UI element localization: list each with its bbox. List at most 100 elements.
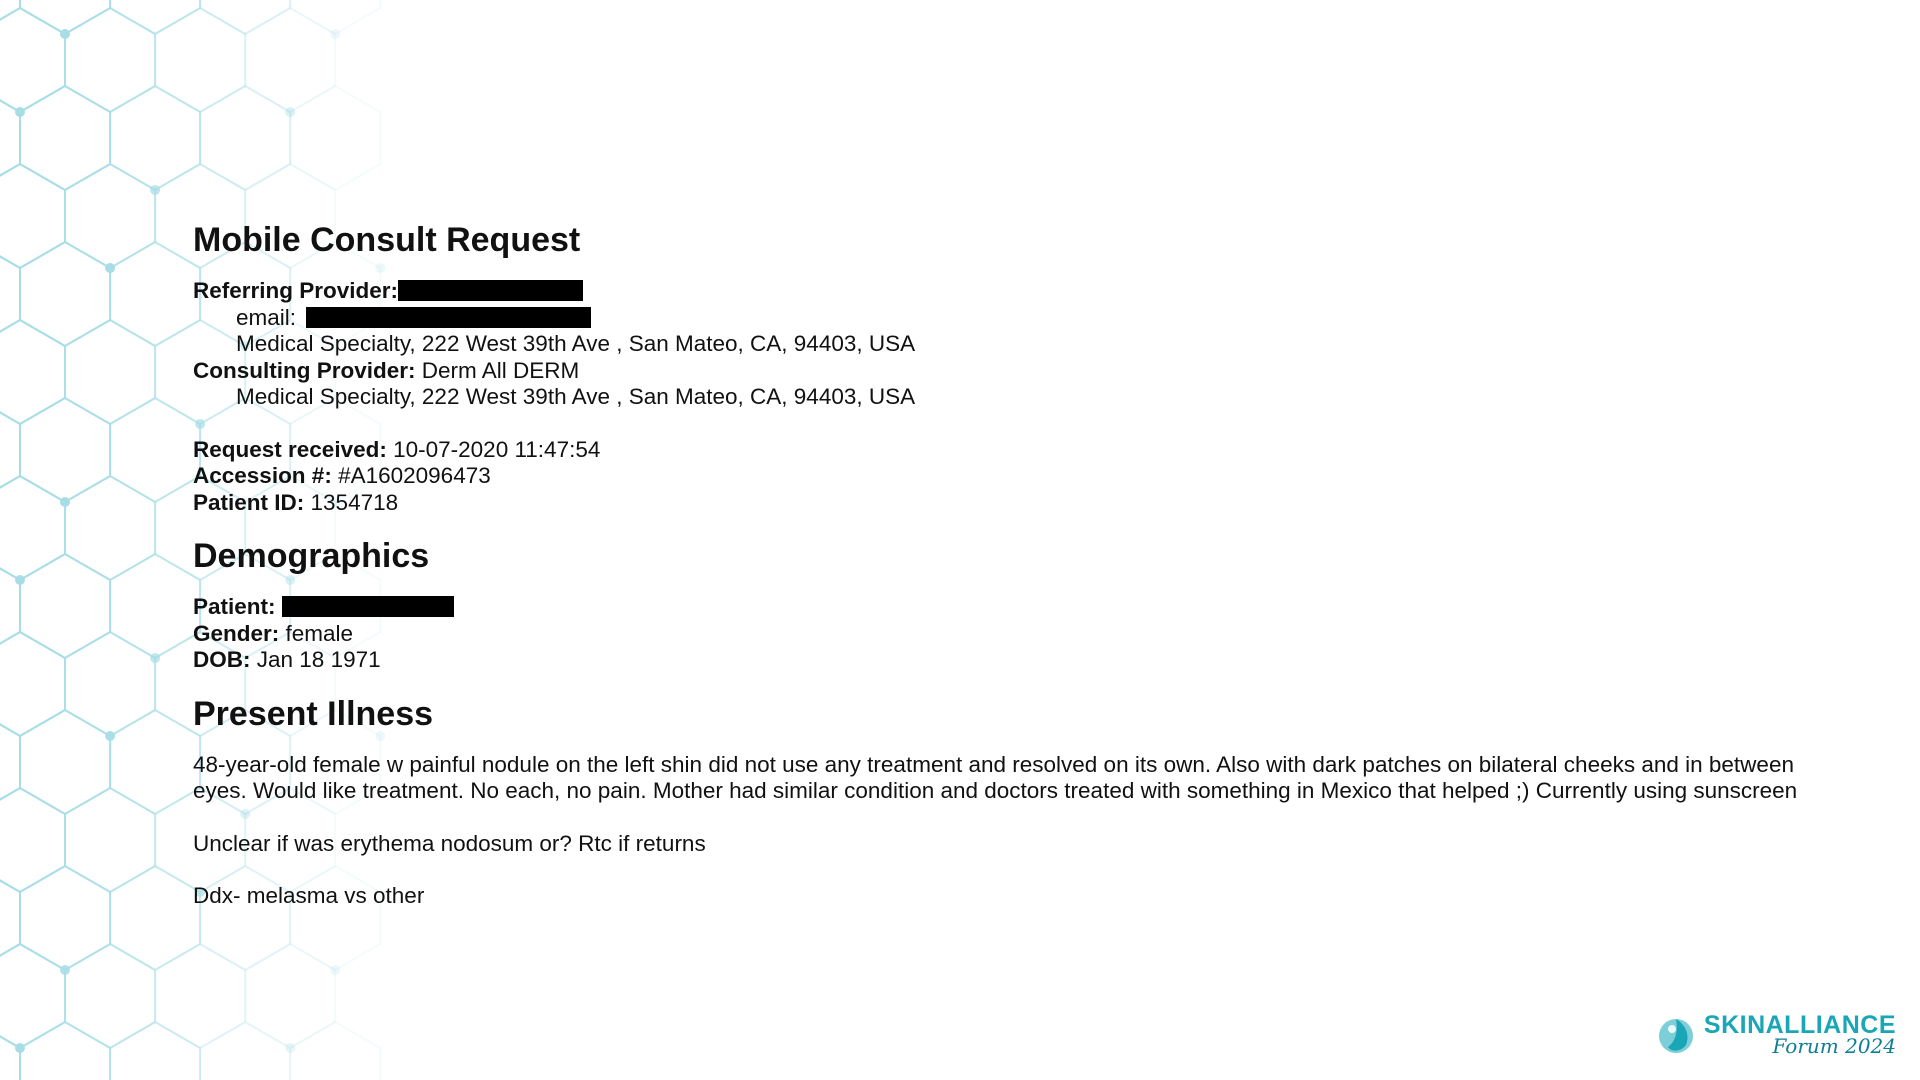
request-received-row: Request received: 10-07-2020 11:47:54 bbox=[193, 437, 1893, 464]
hexagon-shape bbox=[0, 162, 66, 270]
hexagon-shape bbox=[19, 552, 112, 660]
gender-value: female bbox=[285, 620, 354, 646]
hexagon-shape bbox=[109, 0, 202, 36]
hexagon-shape bbox=[0, 474, 66, 582]
hexagon-node-dot bbox=[150, 653, 161, 663]
redacted-referring-provider bbox=[398, 280, 584, 301]
dob-label: DOB: bbox=[193, 647, 251, 672]
hexagon-shape bbox=[109, 708, 202, 816]
hexagon-shape bbox=[64, 162, 157, 270]
request-received-value: 10-07-2020 11:47:54 bbox=[393, 436, 601, 462]
hexagon-shape bbox=[0, 786, 66, 894]
hexagon-shape bbox=[0, 567, 21, 645]
hexagon-shape bbox=[109, 552, 202, 660]
hexagon-shape bbox=[0, 6, 66, 114]
consulting-provider-row: Consulting Provider: Derm All DERM bbox=[193, 358, 1893, 385]
accession-row: Accession #: #A1602096473 bbox=[193, 463, 1893, 490]
patient-label: Patient: bbox=[193, 594, 276, 619]
hexagon-node-dot bbox=[150, 185, 161, 195]
hexagon-shape bbox=[154, 942, 247, 1050]
hexagon-shape bbox=[0, 318, 66, 426]
hexagon-shape bbox=[109, 1020, 202, 1080]
document-title: Mobile Consult Request bbox=[193, 221, 581, 259]
hexagon-node-dot bbox=[60, 965, 70, 975]
referring-provider-row: Referring Provider: bbox=[193, 278, 1893, 305]
hexagon-shape bbox=[289, 84, 382, 192]
skinalliance-logo: SKINALLIANCE Forum 2024 bbox=[1656, 1013, 1896, 1056]
redacted-patient-name bbox=[281, 596, 454, 617]
hexagon-shape bbox=[0, 879, 21, 957]
hexagon-node-dot bbox=[105, 263, 116, 273]
hexagon-shape bbox=[0, 942, 66, 1050]
hexagon-shape bbox=[109, 864, 202, 972]
consulting-address: Medical Specialty, 222 West 39th Ave , S… bbox=[236, 384, 916, 409]
hexagon-node-dot bbox=[15, 107, 25, 117]
hexagon-node-dot bbox=[285, 1043, 296, 1053]
hexagon-shape bbox=[19, 708, 112, 816]
redacted-referring-email bbox=[306, 306, 592, 328]
gender-row: Gender: female bbox=[193, 621, 1893, 648]
hexagon-shape bbox=[244, 6, 337, 114]
hexagon-shape bbox=[19, 0, 112, 36]
patient-id-value: 1354718 bbox=[310, 489, 399, 515]
leaf-drop-icon bbox=[1658, 1018, 1693, 1053]
hexagon-shape bbox=[0, 0, 21, 21]
gender-label: Gender: bbox=[193, 620, 280, 646]
hexagon-shape bbox=[19, 240, 112, 348]
hexagon-shape bbox=[0, 411, 21, 489]
request-received-label: Request received: bbox=[193, 436, 387, 462]
consulting-provider-value: Derm All DERM bbox=[421, 357, 580, 383]
hexagon-shape bbox=[19, 84, 112, 192]
present-illness-heading: Present Illness bbox=[193, 694, 434, 733]
hexagon-shape bbox=[0, 99, 21, 177]
referring-email-label: email: bbox=[236, 304, 297, 330]
hexagon-shape bbox=[0, 723, 21, 801]
hexagon-shape bbox=[199, 1020, 292, 1080]
hexagon-shape bbox=[289, 1020, 382, 1080]
hexagon-shape bbox=[0, 630, 66, 738]
present-illness-paragraph: 48-year-old female w painful nodule on t… bbox=[193, 751, 1798, 804]
accession-value: #A1602096473 bbox=[338, 463, 491, 488]
hexagon-shape bbox=[64, 942, 157, 1050]
present-illness-note: Unclear if was erythema nodosum or? Rtc … bbox=[193, 830, 706, 856]
hexagon-shape bbox=[0, 255, 21, 333]
patient-row: Patient: bbox=[193, 594, 1893, 621]
hexagon-shape bbox=[64, 6, 157, 114]
hexagon-shape bbox=[289, 0, 382, 36]
hexagon-shape bbox=[244, 942, 337, 1050]
consult-document: Mobile Consult Request Referring Provide… bbox=[193, 218, 1893, 910]
hexagon-node-dot bbox=[15, 1043, 25, 1053]
hexagon-shape bbox=[64, 474, 157, 582]
hexagon-shape bbox=[19, 864, 112, 972]
logo-subtitle: Forum 2024 bbox=[1772, 1034, 1897, 1058]
hexagon-node-dot bbox=[330, 29, 341, 39]
referring-address: Medical Specialty, 222 West 39th Ave , S… bbox=[236, 331, 916, 356]
hexagon-node-dot bbox=[15, 575, 25, 585]
hexagon-shape bbox=[109, 240, 202, 348]
hexagon-shape bbox=[19, 1020, 112, 1080]
dob-row: DOB: Jan 18 1971 bbox=[193, 647, 1893, 674]
present-illness-ddx: Ddx- melasma vs other bbox=[193, 883, 425, 908]
hexagon-node-dot bbox=[60, 497, 70, 507]
hexagon-shape bbox=[199, 0, 292, 36]
demographics-heading: Demographics bbox=[193, 537, 430, 575]
hexagon-node-dot bbox=[285, 107, 296, 117]
hexagon-shape bbox=[199, 84, 292, 192]
hexagon-node-dot bbox=[105, 731, 116, 741]
hexagon-shape bbox=[109, 396, 202, 504]
hexagon-node-dot bbox=[330, 965, 341, 975]
patient-id-row: Patient ID: 1354718 bbox=[193, 490, 1893, 517]
hexagon-shape bbox=[0, 1035, 21, 1080]
referring-provider-label: Referring Provider: bbox=[193, 278, 399, 303]
referring-email-row: email: bbox=[193, 305, 1893, 332]
hexagon-shape bbox=[64, 318, 157, 426]
hexagon-shape bbox=[64, 630, 157, 738]
dob-value: Jan 18 1971 bbox=[256, 647, 381, 672]
patient-id-label: Patient ID: bbox=[193, 489, 305, 515]
accession-label: Accession #: bbox=[193, 463, 332, 488]
consulting-provider-label: Consulting Provider: bbox=[193, 357, 416, 383]
hexagon-shape bbox=[19, 396, 112, 504]
hexagon-node-dot bbox=[60, 29, 70, 39]
hexagon-shape bbox=[154, 6, 247, 114]
hexagon-shape bbox=[64, 786, 157, 894]
